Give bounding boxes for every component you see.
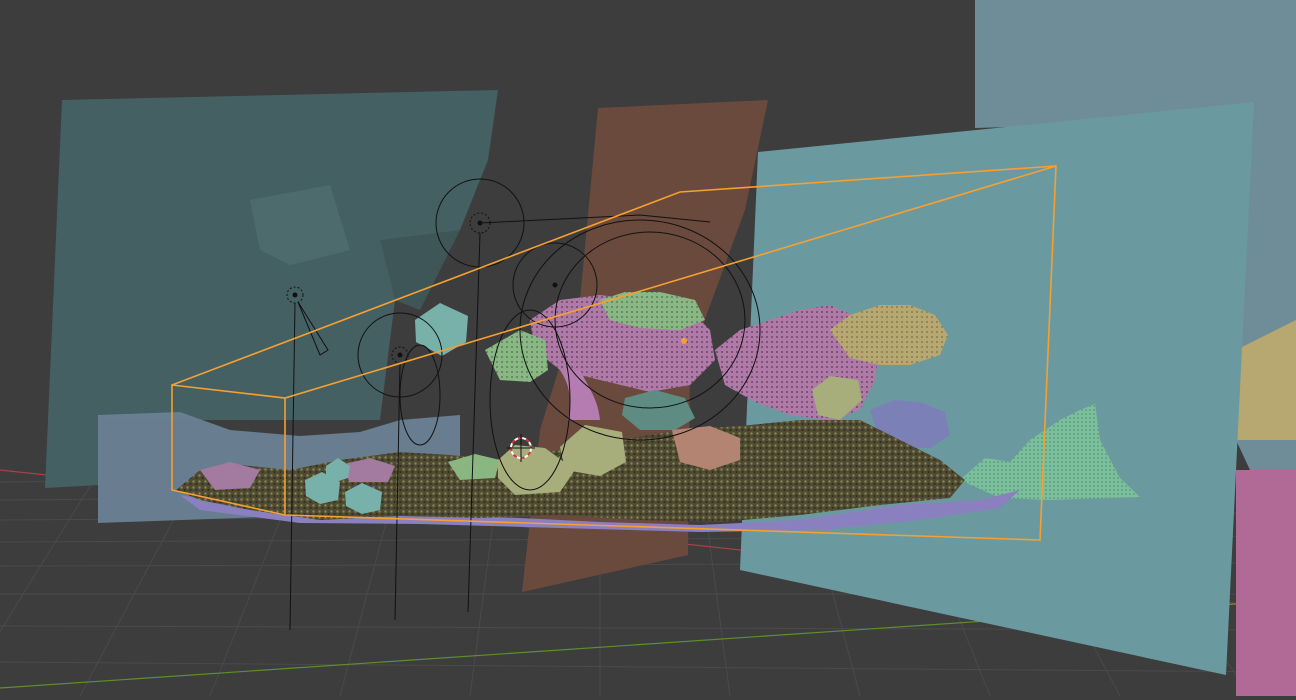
viewport-canvas[interactable] bbox=[0, 0, 1296, 697]
3d-viewport[interactable] bbox=[0, 0, 1296, 697]
backdrop-pink-strip[interactable] bbox=[1236, 470, 1296, 696]
origin-dot bbox=[681, 338, 687, 344]
